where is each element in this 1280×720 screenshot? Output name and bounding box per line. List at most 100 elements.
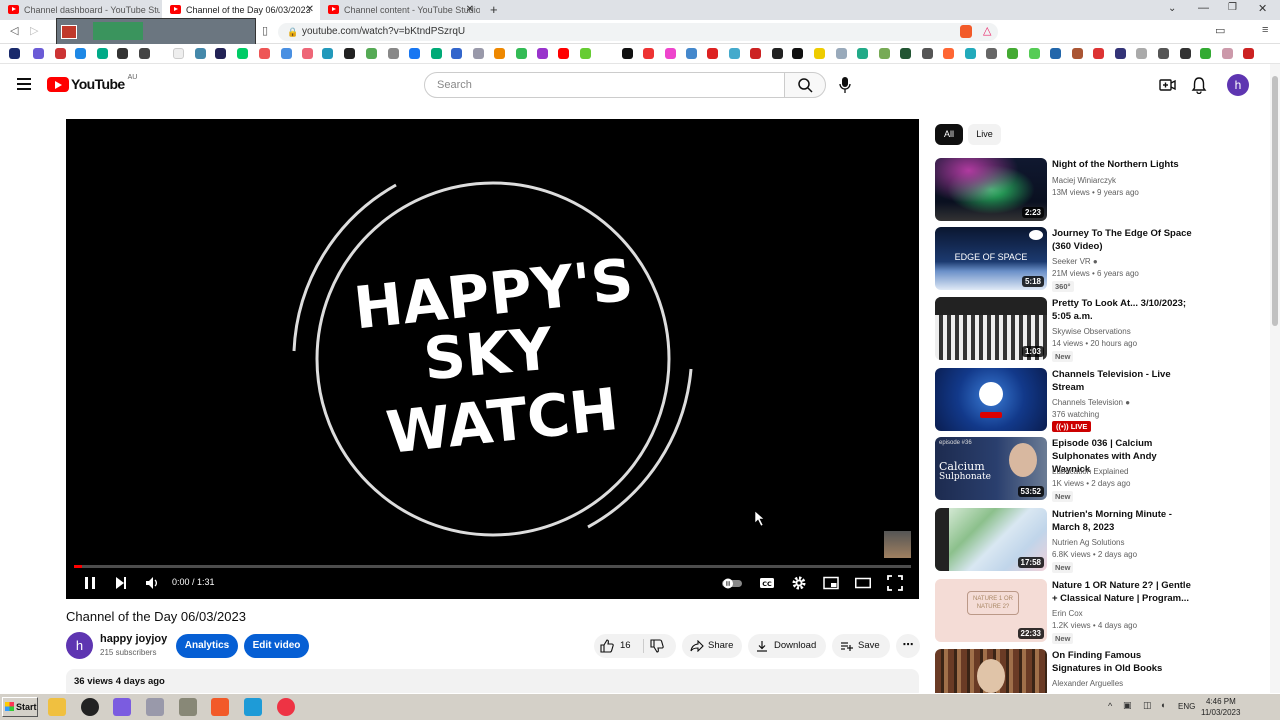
tray-chevron-icon[interactable]: ^ [1108, 701, 1112, 711]
pause-icon[interactable] [82, 575, 98, 591]
maximize-icon[interactable]: ❐ [1228, 2, 1237, 13]
bookmark-icon[interactable] [943, 48, 954, 59]
volume-icon[interactable] [144, 575, 160, 591]
bookmark-icon[interactable] [1200, 48, 1211, 59]
edit-video-button[interactable]: Edit video [244, 634, 309, 658]
channel-avatar[interactable]: h [66, 632, 93, 659]
bookmark-icon[interactable] [494, 48, 505, 59]
dislike-button[interactable] [644, 634, 676, 658]
miniplayer-icon[interactable] [823, 575, 839, 591]
create-video-icon[interactable] [1158, 76, 1176, 94]
bookmark-icon[interactable] [1243, 48, 1254, 59]
bookmark-icon[interactable] [900, 48, 911, 59]
app-icon[interactable] [179, 698, 197, 716]
bookmark-icon[interactable] [173, 48, 184, 59]
bookmark-icon[interactable] [237, 48, 248, 59]
brave-shield-icon[interactable] [960, 25, 972, 38]
bookmark-icon[interactable] [281, 48, 292, 59]
search-button[interactable] [784, 72, 826, 98]
search-input[interactable]: Search [424, 72, 785, 98]
sidebar-toggle-icon[interactable]: ▭ [1215, 24, 1225, 37]
bookmark-icon[interactable] [814, 48, 825, 59]
tab-channel-of-the-day[interactable]: Channel of the Day 06/03/2023 ✕ [162, 0, 320, 20]
chip-live[interactable]: Live [968, 124, 1001, 145]
bookmark-icon[interactable] [750, 48, 761, 59]
tab-channel-dashboard[interactable]: Channel dashboard - YouTube Studio [0, 0, 160, 20]
video-player[interactable]: HAPPY'S SKY WATCH 0:00 / 1:31 CC [66, 119, 919, 599]
bookmark-icon[interactable] [792, 48, 803, 59]
menu-icon[interactable]: ≡ [1262, 24, 1268, 36]
bookmark-icon[interactable]: ▯ [262, 24, 268, 37]
recommendation-item[interactable]: Channels Television - Live Stream Channe… [935, 368, 1265, 432]
scrollbar-thumb[interactable] [1272, 76, 1278, 326]
speaker-icon[interactable]: ◖ [1160, 700, 1165, 710]
bookmark-icon[interactable] [580, 48, 591, 59]
bookmark-icon[interactable] [473, 48, 484, 59]
account-avatar[interactable]: h [1227, 74, 1249, 96]
brave-rewards-icon[interactable]: △ [983, 24, 991, 37]
youtube-logo[interactable]: YouTube AU [47, 74, 137, 92]
microphone-icon[interactable] [838, 76, 852, 94]
bookmark-icon[interactable] [451, 48, 462, 59]
progress-bar[interactable] [74, 565, 911, 568]
app-icon[interactable] [81, 698, 99, 716]
bookmark-icon[interactable] [558, 48, 569, 59]
app-icon[interactable] [244, 698, 262, 716]
bookmark-icon[interactable] [431, 48, 442, 59]
clock-date[interactable]: 11/03/2023 [1201, 708, 1240, 717]
tab-search-icon[interactable]: ⌄ [1168, 3, 1176, 14]
new-tab-icon[interactable]: + [490, 2, 498, 17]
download-button[interactable]: Download [748, 634, 826, 658]
bookmark-icon[interactable] [97, 48, 108, 59]
recommendation-item[interactable]: On Finding Famous Signatures in Old Book… [935, 649, 1265, 693]
captions-icon[interactable]: CC [759, 575, 775, 591]
channel-name[interactable]: happy joyjoy [100, 633, 167, 645]
url-field[interactable]: 🔒 youtube.com/watch?v=bKtndPSzrqU [278, 23, 998, 41]
save-button[interactable]: Save [832, 634, 890, 658]
bookmark-icon[interactable] [1180, 48, 1191, 59]
settings-gear-icon[interactable] [791, 575, 807, 591]
bookmark-icon[interactable] [665, 48, 676, 59]
bookmark-icon[interactable] [857, 48, 868, 59]
chip-all[interactable]: All [935, 124, 963, 145]
close-tab-icon[interactable]: ✕ [466, 4, 474, 15]
bookmark-icon[interactable] [1136, 48, 1147, 59]
recommendation-item[interactable]: 2:23 Night of the Northern Lights Maciej… [935, 158, 1265, 222]
next-video-icon[interactable] [113, 575, 129, 591]
bookmark-icon[interactable] [1222, 48, 1233, 59]
bookmark-icon[interactable] [516, 48, 527, 59]
bookmark-gmail-icon[interactable] [55, 48, 66, 59]
app-icon[interactable] [113, 698, 131, 716]
recommendation-item[interactable]: episode #36 Calcium Sulphonate 53:52 Epi… [935, 437, 1265, 502]
recommendation-item[interactable]: EDGE OF SPACE 5:18 Journey To The Edge O… [935, 227, 1265, 292]
bookmark-icon[interactable] [1029, 48, 1040, 59]
theater-mode-icon[interactable] [855, 575, 871, 591]
more-actions-icon[interactable]: ⋯ [896, 634, 920, 658]
bookmark-icon[interactable] [215, 48, 226, 59]
bookmark-icon[interactable] [117, 48, 128, 59]
bookmark-icon[interactable] [1158, 48, 1169, 59]
tab-channel-content[interactable]: Channel content - YouTube Studio ✕ [320, 0, 480, 20]
share-button[interactable]: Share [682, 634, 742, 658]
record-icon[interactable] [61, 25, 77, 39]
bookmark-icon[interactable] [537, 48, 548, 59]
bookmark-icon[interactable] [965, 48, 976, 59]
minimize-icon[interactable]: — [1198, 2, 1209, 14]
end-screen-thumbnail[interactable] [884, 531, 911, 558]
bookmark-tiktok-icon[interactable] [622, 48, 633, 59]
bookmark-icon[interactable] [302, 48, 313, 59]
forward-icon[interactable]: ▷ [30, 24, 38, 37]
bookmark-icon[interactable] [366, 48, 377, 59]
bookmark-icon[interactable] [643, 48, 654, 59]
bookmark-icon[interactable] [1007, 48, 1018, 59]
recommendation-item[interactable]: 1:03 Pretty To Look At... 3/10/2023; 5:0… [935, 297, 1265, 362]
recommendation-item[interactable]: NATURE 1 OR NATURE 2? 22:33 Nature 1 OR … [935, 579, 1265, 644]
bookmark-icon[interactable] [1072, 48, 1083, 59]
bookmark-icon[interactable] [388, 48, 399, 59]
bookmark-icon[interactable] [772, 48, 783, 59]
like-button[interactable]: 16 [594, 634, 642, 658]
brave-browser-icon[interactable] [211, 698, 229, 716]
bookmark-icon[interactable] [879, 48, 890, 59]
bookmark-icon[interactable] [686, 48, 697, 59]
network-icon[interactable]: ◫ [1143, 700, 1152, 711]
